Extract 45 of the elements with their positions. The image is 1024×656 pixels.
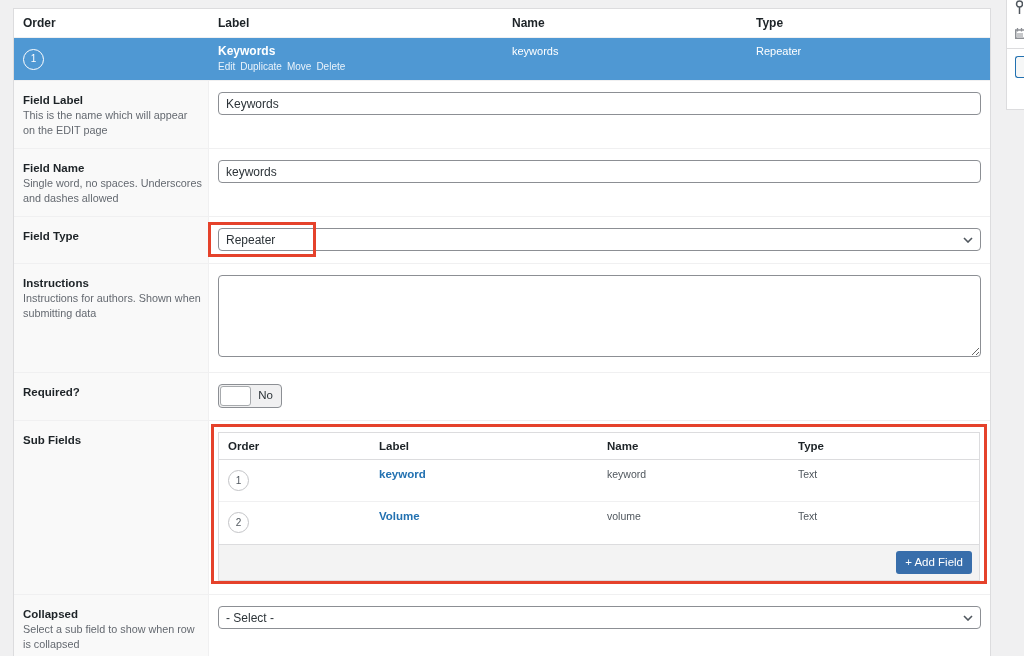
setting-description: This is the name which will appear on the EDIT page	[23, 108, 189, 138]
text-field[interactable]: keywords	[218, 160, 981, 183]
select-field[interactable]: Repeater	[218, 228, 981, 251]
table-cell: Text	[798, 510, 818, 522]
setting-label: Field Type	[23, 229, 81, 243]
column-header: Name	[606, 439, 640, 454]
text-field[interactable]: Keywords	[218, 92, 981, 115]
setting-label: Sub Fields	[23, 433, 83, 447]
setting-label: Required?	[23, 385, 81, 399]
add-field-button[interactable]: + Add Field	[896, 551, 972, 574]
table-cell: Text	[798, 468, 818, 480]
field-type: Repeater	[756, 45, 802, 57]
setting-description: Select a sub field to show when row is collapsed	[23, 622, 196, 652]
subfield-link[interactable]: Volume	[379, 510, 420, 522]
textarea-field[interactable]	[218, 275, 981, 357]
column-header: Label	[217, 15, 251, 32]
sidebar-button[interactable]	[1015, 56, 1024, 78]
calendar-icon	[1015, 28, 1024, 39]
field-label: Keywords	[218, 44, 277, 58]
select-field[interactable]: - Select -	[218, 606, 981, 629]
setting-description: Single word, no spaces. Underscores and dashes allowed	[23, 176, 202, 206]
table-cell: volume	[607, 510, 641, 522]
setting-label: Collapsed	[23, 607, 79, 621]
action-link[interactable]: Move	[286, 60, 312, 73]
chevron-icon	[963, 236, 973, 243]
setting-label: Field Label	[23, 93, 85, 107]
setting-description: Instructions for authors. Shown when submitting data	[23, 291, 202, 321]
field-row[interactable]: 1 Keywords Edit Duplicate Move Delete keywords Repeater	[14, 38, 990, 80]
column-header: Type	[797, 439, 825, 454]
setting-label: Instructions	[23, 276, 90, 290]
column-header: Name	[511, 15, 546, 32]
column-header: Order	[227, 439, 261, 454]
table-cell: keyword	[607, 468, 647, 480]
column-header: Type	[755, 15, 785, 32]
column-header: Order	[22, 15, 57, 32]
pin-icon	[1015, 0, 1023, 14]
action-link[interactable]: Delete	[316, 60, 346, 73]
field-name: keywords	[512, 45, 559, 57]
chevron-icon	[963, 614, 973, 621]
subfield-link[interactable]: keyword	[379, 468, 426, 480]
setting-label: Field Name	[23, 161, 86, 175]
toggle-switch[interactable]: No	[218, 384, 282, 408]
action-link[interactable]: Duplicate	[240, 60, 282, 73]
column-header: Label	[378, 439, 411, 454]
action-link[interactable]: Edit	[218, 60, 236, 73]
